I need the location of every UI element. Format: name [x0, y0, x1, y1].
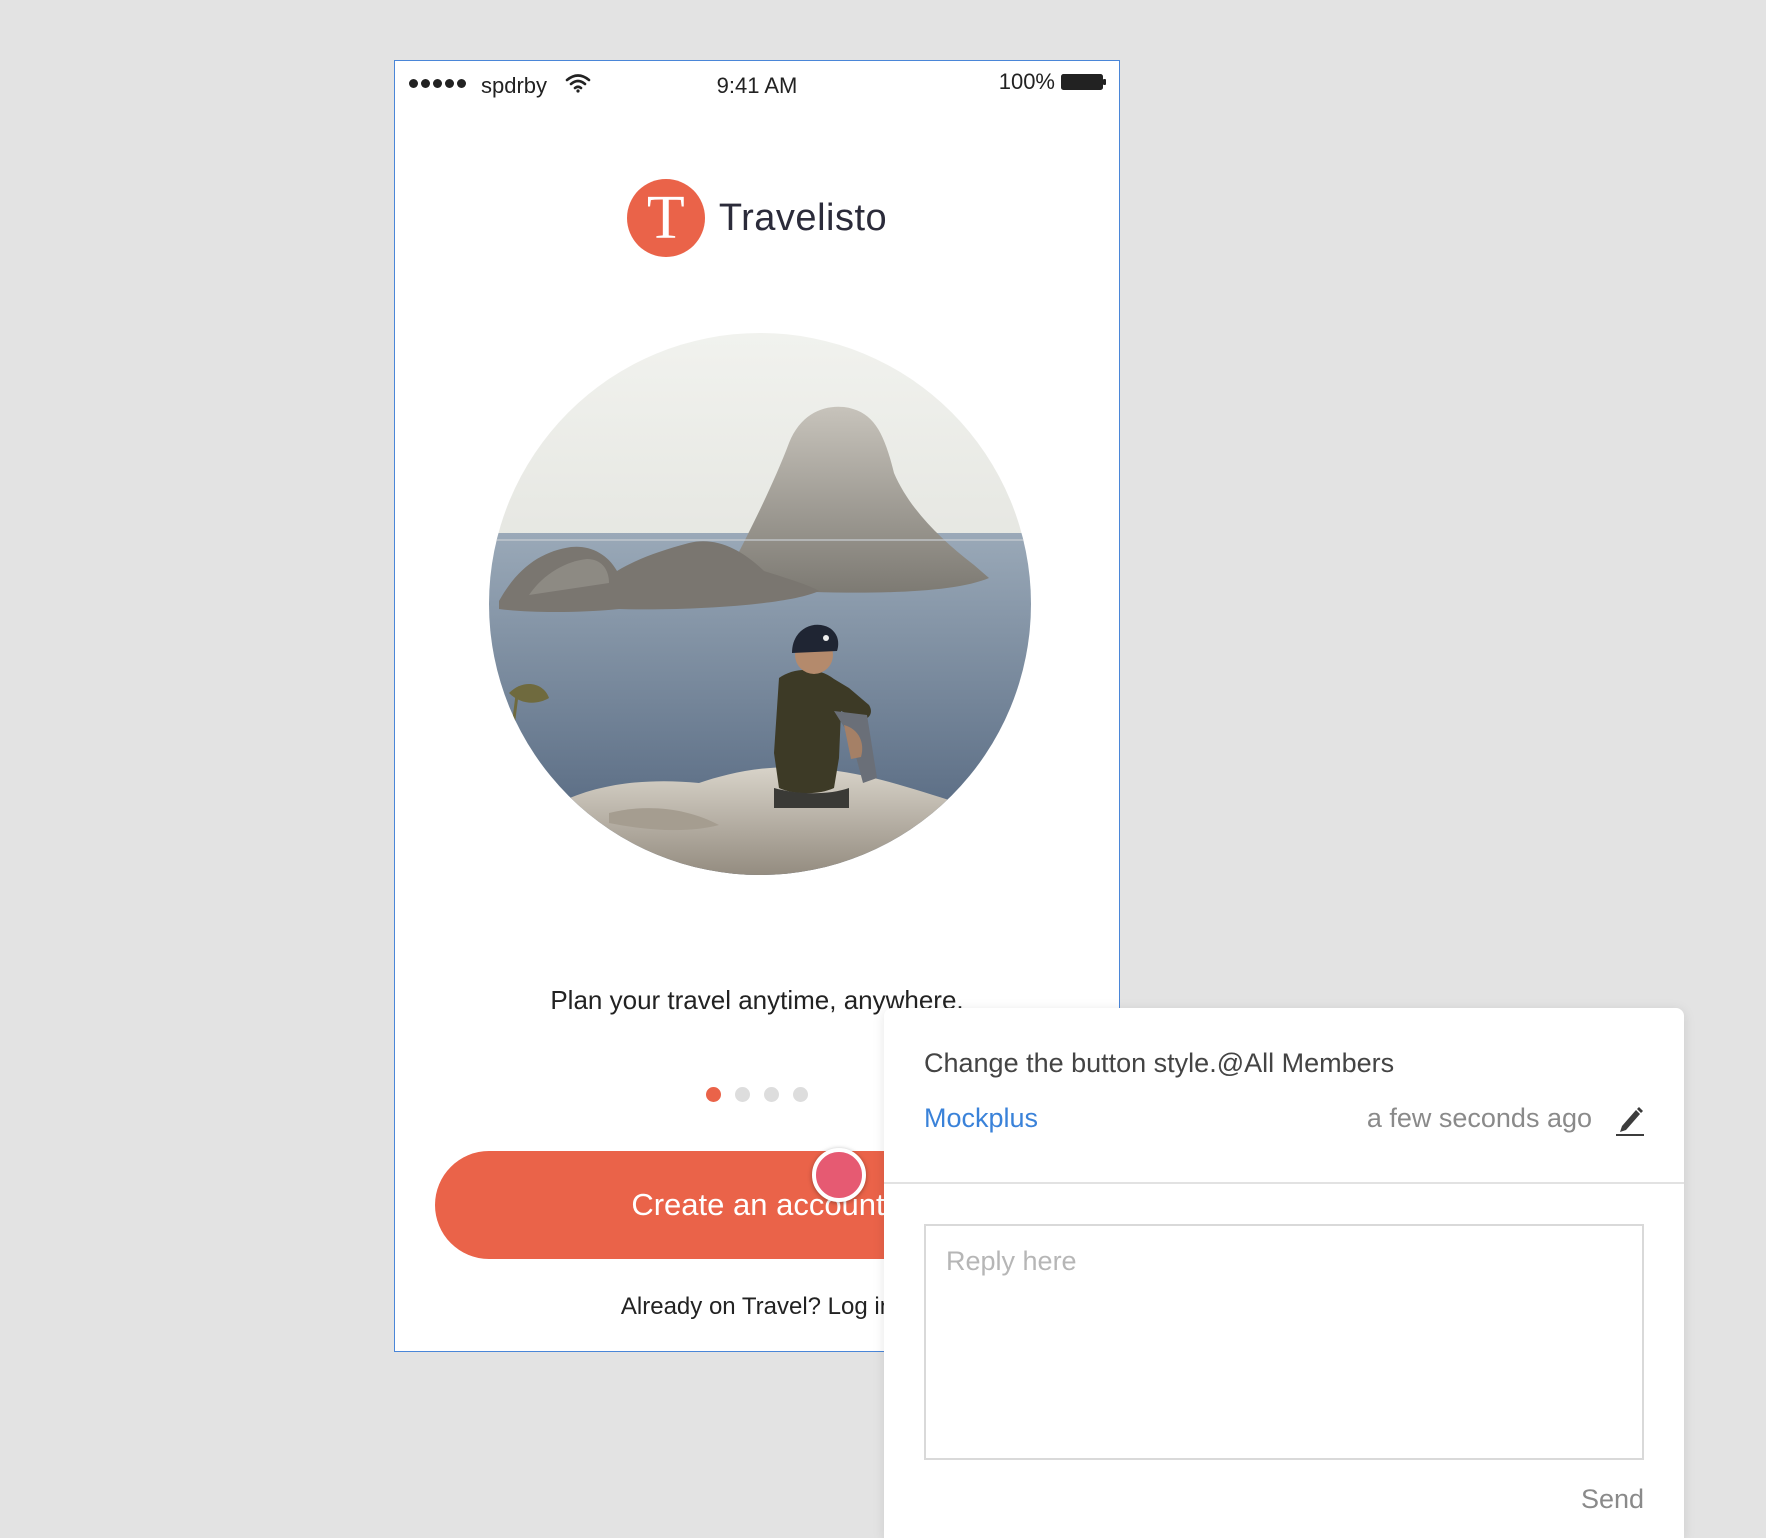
pager-dot[interactable] — [735, 1087, 750, 1102]
pager-dot[interactable] — [793, 1087, 808, 1102]
comment-pin[interactable] — [812, 1148, 866, 1202]
pager-dot[interactable] — [764, 1087, 779, 1102]
battery-percent: 100% — [998, 69, 1055, 94]
app-logo: T Travelisto — [395, 179, 1119, 257]
hero-illustration — [489, 333, 1031, 875]
edit-icon[interactable] — [1614, 1102, 1646, 1136]
divider — [884, 1182, 1684, 1184]
hero-image — [489, 333, 1031, 875]
comment-popover: Change the button style.@All Members Moc… — [884, 1008, 1684, 1538]
comment-timestamp: a few seconds ago — [1366, 1103, 1592, 1133]
comment-author[interactable]: Mockplus — [924, 1103, 1038, 1134]
logo-mark: T — [626, 179, 705, 257]
status-bar: spdrby 9:41 AM 100% — [395, 61, 1119, 111]
reply-input[interactable] — [924, 1224, 1644, 1460]
brand-name: Travelisto — [718, 196, 888, 239]
send-button[interactable]: Send — [1581, 1484, 1644, 1515]
battery-icon — [1061, 74, 1106, 90]
comment-text: Change the button style.@All Members — [924, 1048, 1395, 1078]
pager-dot-active[interactable] — [706, 1087, 721, 1102]
